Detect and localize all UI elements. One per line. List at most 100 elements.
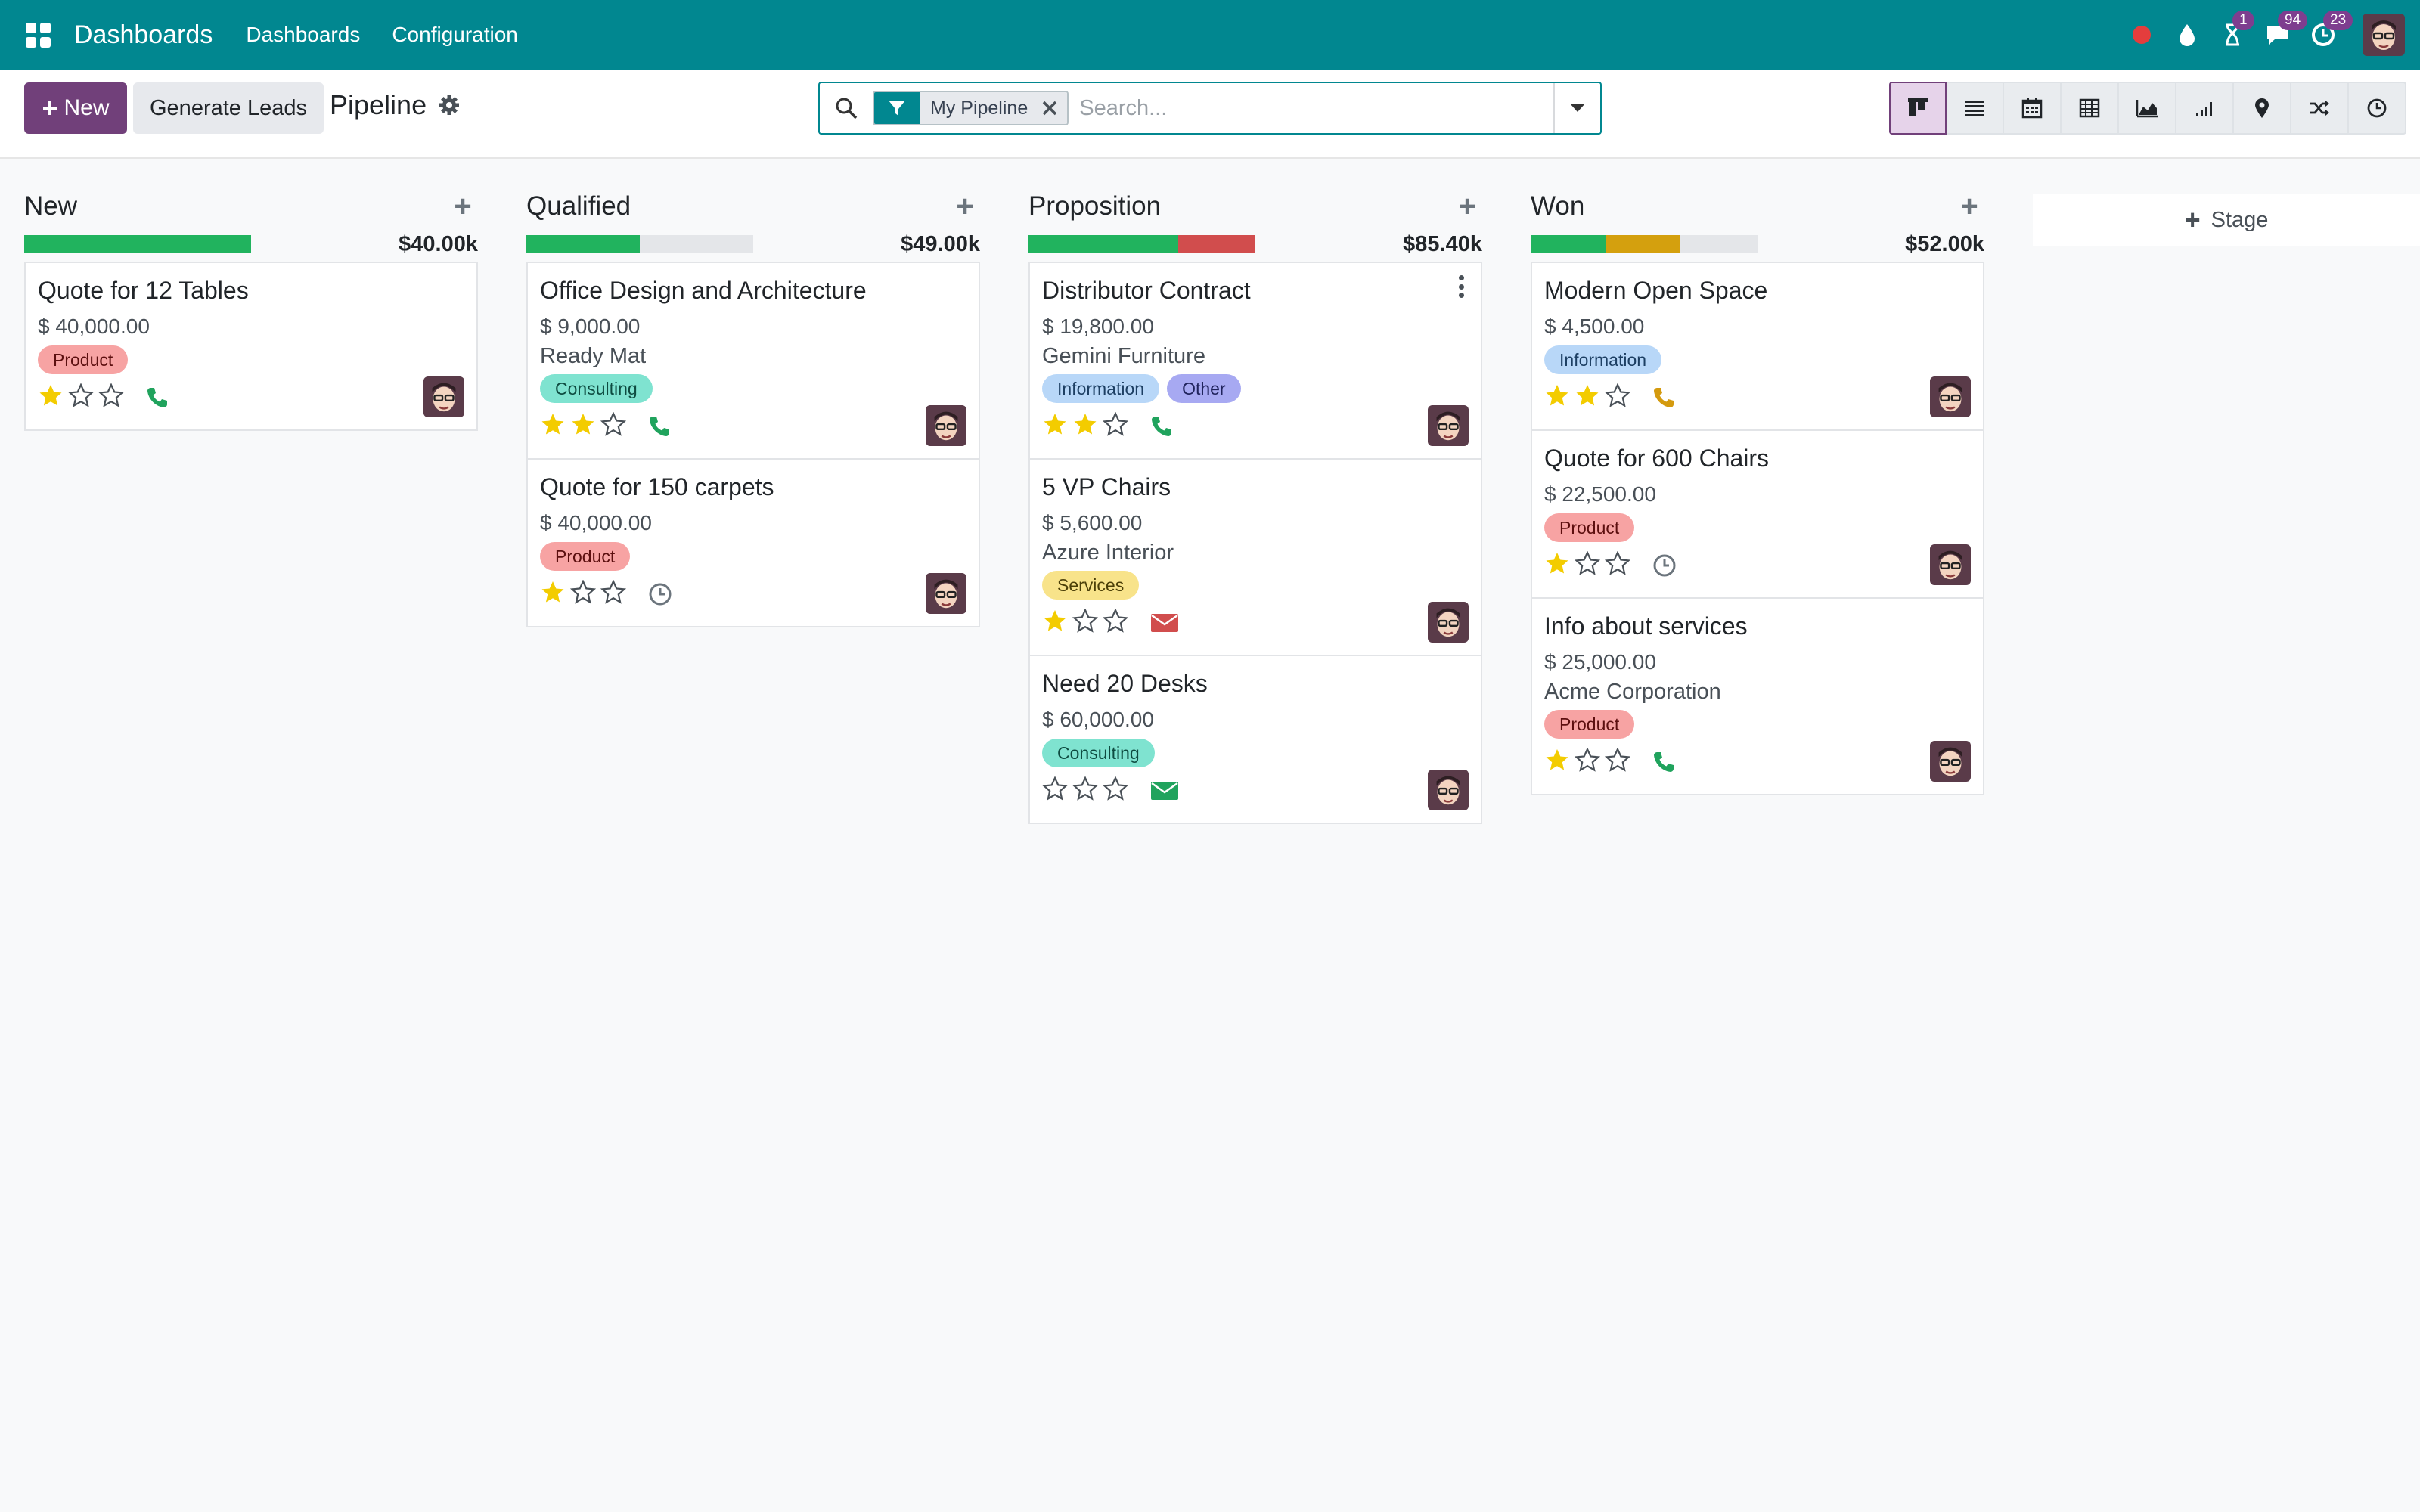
search-icon[interactable] bbox=[820, 96, 873, 120]
priority-star-icon[interactable] bbox=[67, 382, 95, 413]
messages-icon[interactable]: 94 bbox=[2263, 11, 2308, 50]
priority-star-icon[interactable] bbox=[1604, 382, 1631, 413]
salesperson-avatar[interactable] bbox=[1930, 376, 1971, 417]
priority-star-icon[interactable] bbox=[600, 411, 627, 442]
activity-view-button[interactable] bbox=[2349, 82, 2406, 135]
priority-star-icon[interactable] bbox=[1102, 775, 1129, 806]
priority-star-icon[interactable] bbox=[1604, 746, 1631, 777]
droplet-icon[interactable] bbox=[2172, 20, 2202, 50]
salesperson-avatar[interactable] bbox=[1930, 544, 1971, 585]
mail-activity-icon[interactable] bbox=[1150, 611, 1180, 635]
salesperson-avatar[interactable] bbox=[424, 376, 464, 417]
add-stage-button[interactable]: + Stage bbox=[2033, 194, 2420, 246]
priority-star-icon[interactable] bbox=[1604, 550, 1631, 581]
menu-dashboards[interactable]: Dashboards bbox=[246, 23, 360, 47]
progress-bar[interactable] bbox=[1531, 235, 1758, 253]
phone-activity-icon[interactable] bbox=[145, 386, 169, 410]
remove-facet-icon[interactable] bbox=[1038, 92, 1068, 124]
kanban-card[interactable]: 5 VP Chairs $ 5,600.00 Azure Interior Servi… bbox=[1028, 458, 1482, 656]
priority-star-icon[interactable] bbox=[1102, 607, 1129, 638]
app-menu-icon[interactable] bbox=[18, 15, 57, 54]
search-input[interactable] bbox=[1069, 95, 1553, 121]
progress-segment[interactable] bbox=[1028, 235, 1178, 253]
card-menu-icon[interactable] bbox=[1454, 275, 1469, 298]
progress-segment[interactable] bbox=[1606, 235, 1680, 253]
phone-activity-icon[interactable] bbox=[1652, 386, 1676, 410]
salesperson-avatar[interactable] bbox=[1428, 770, 1469, 810]
column-title[interactable]: New bbox=[24, 191, 77, 222]
clock-activity-icon[interactable] bbox=[1652, 553, 1677, 578]
progress-segment[interactable] bbox=[1531, 235, 1606, 253]
cohort-view-button[interactable] bbox=[2176, 82, 2234, 135]
kanban-card[interactable]: Need 20 Desks $ 60,000.00 Consulting bbox=[1028, 655, 1482, 824]
new-button[interactable]: + New bbox=[24, 82, 127, 134]
app-brand[interactable]: Dashboards bbox=[74, 20, 213, 50]
quick-create-plus-icon[interactable]: + bbox=[448, 190, 478, 224]
kanban-card[interactable]: Quote for 12 Tables $ 40,000.00 Product bbox=[24, 262, 478, 431]
map-view-button[interactable] bbox=[2234, 82, 2291, 135]
search-options-toggle[interactable] bbox=[1553, 83, 1600, 133]
kanban-card[interactable]: Distributor Contract $ 19,800.00 Gemini Fu… bbox=[1028, 262, 1482, 460]
priority-star-icon[interactable] bbox=[1042, 412, 1068, 442]
phone-activity-icon[interactable] bbox=[647, 414, 672, 438]
priority-star-icon[interactable] bbox=[600, 578, 627, 609]
progress-segment[interactable] bbox=[526, 235, 640, 253]
clock-activity-icon[interactable] bbox=[647, 581, 673, 607]
priority-star-icon[interactable] bbox=[1574, 746, 1601, 777]
salesperson-avatar[interactable] bbox=[1930, 741, 1971, 782]
pivot-view-button[interactable] bbox=[2062, 82, 2119, 135]
recording-dot-icon[interactable] bbox=[2127, 20, 2157, 50]
quick-create-plus-icon[interactable]: + bbox=[950, 190, 980, 224]
kanban-card[interactable]: Office Design and Architecture $ 9,000.00… bbox=[526, 262, 980, 460]
kanban-card[interactable]: Quote for 150 carpets $ 40,000.00 Product bbox=[526, 458, 980, 627]
priority-star-icon[interactable] bbox=[1544, 551, 1570, 581]
priority-star-icon[interactable] bbox=[1544, 383, 1570, 413]
progress-segment[interactable] bbox=[24, 235, 251, 253]
progress-bar[interactable] bbox=[1028, 235, 1255, 253]
priority-star-icon[interactable] bbox=[1041, 775, 1069, 806]
quick-create-plus-icon[interactable]: + bbox=[1954, 190, 1984, 224]
priority-star-icon[interactable] bbox=[1042, 609, 1068, 638]
priority-star-icon[interactable] bbox=[1574, 550, 1601, 581]
progress-bar[interactable] bbox=[526, 235, 753, 253]
kanban-card[interactable]: Info about services $ 25,000.00 Acme Corpo… bbox=[1531, 597, 1984, 795]
phone-activity-icon[interactable] bbox=[1150, 414, 1174, 438]
priority-star-icon[interactable] bbox=[1544, 748, 1570, 777]
priority-star-icon[interactable] bbox=[1072, 607, 1099, 638]
priority-star-icon[interactable] bbox=[1575, 383, 1600, 413]
priority-star-icon[interactable] bbox=[38, 383, 64, 413]
generate-leads-button[interactable]: Generate Leads bbox=[133, 82, 324, 134]
salesperson-avatar[interactable] bbox=[1428, 602, 1469, 643]
phone-activity-icon[interactable] bbox=[1652, 750, 1676, 774]
priority-star-icon[interactable] bbox=[540, 580, 566, 609]
priority-star-icon[interactable] bbox=[1102, 411, 1129, 442]
progress-segment[interactable] bbox=[1178, 235, 1255, 253]
mail-activity-icon[interactable] bbox=[1150, 779, 1180, 803]
kanban-card[interactable]: Modern Open Space $ 4,500.00 Information bbox=[1531, 262, 1984, 431]
priority-star-icon[interactable] bbox=[569, 578, 597, 609]
kanban-view-button[interactable] bbox=[1889, 82, 1947, 135]
priority-star-icon[interactable] bbox=[570, 412, 596, 442]
kanban-card[interactable]: Quote for 600 Chairs $ 22,500.00 Product bbox=[1531, 429, 1984, 599]
updates-icon[interactable]: 23 bbox=[2308, 11, 2353, 50]
salesperson-avatar[interactable] bbox=[926, 405, 966, 446]
list-view-button[interactable] bbox=[1947, 82, 2004, 135]
activity-shuffle-view-button[interactable] bbox=[2291, 82, 2349, 135]
menu-configuration[interactable]: Configuration bbox=[392, 23, 518, 47]
priority-star-icon[interactable] bbox=[98, 382, 125, 413]
column-title[interactable]: Proposition bbox=[1028, 191, 1161, 222]
salesperson-avatar[interactable] bbox=[926, 573, 966, 614]
column-title[interactable]: Won bbox=[1531, 191, 1584, 222]
gear-icon[interactable] bbox=[439, 94, 460, 116]
activity-hourglass-icon[interactable]: 1 bbox=[2217, 11, 2254, 50]
salesperson-avatar[interactable] bbox=[1428, 405, 1469, 446]
priority-star-icon[interactable] bbox=[540, 412, 566, 442]
priority-star-icon[interactable] bbox=[1072, 775, 1099, 806]
priority-star-icon[interactable] bbox=[1072, 412, 1098, 442]
column-title[interactable]: Qualified bbox=[526, 191, 631, 222]
user-avatar[interactable] bbox=[2363, 14, 2405, 56]
graph-view-button[interactable] bbox=[2119, 82, 2176, 135]
progress-bar[interactable] bbox=[24, 235, 251, 253]
calendar-view-button[interactable] bbox=[2004, 82, 2062, 135]
quick-create-plus-icon[interactable]: + bbox=[1452, 190, 1482, 224]
